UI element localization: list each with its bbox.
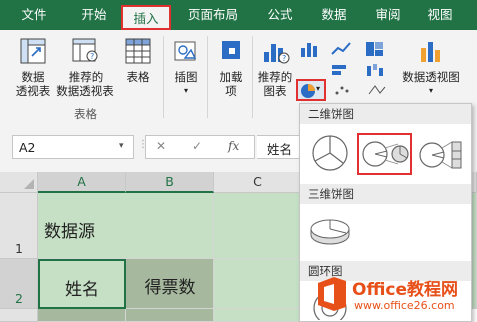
office-watermark: Office教程网 www.office26.com <box>314 273 474 319</box>
tab-review[interactable]: 审阅 <box>366 0 410 30</box>
shapes-icon <box>174 41 197 61</box>
cell-a2-text: 姓名 <box>65 280 99 300</box>
name-box-dropdown-icon[interactable]: ▾ <box>119 141 124 151</box>
pie-of-pie-option[interactable] <box>357 133 412 175</box>
cell-c1[interactable] <box>214 193 302 259</box>
bar-of-pie-option[interactable] <box>418 135 466 175</box>
addins-label-1: 加载 <box>219 70 243 84</box>
addins-button[interactable]: 加载 项 <box>213 36 249 98</box>
addins-label-2: 项 <box>225 84 237 98</box>
row-header-1[interactable]: 1 <box>0 193 38 259</box>
row-header-2-label: 2 <box>15 291 23 306</box>
name-box[interactable]: A2 ▾ <box>12 135 134 159</box>
cell-a1[interactable]: 数据源 <box>38 193 214 259</box>
waterfall-chart-icon[interactable] <box>364 62 386 80</box>
pivot-chart-button[interactable]: 数据透视图 ▾ <box>398 36 464 96</box>
3d-pie-icon <box>310 219 350 245</box>
cell-b3[interactable] <box>126 309 214 322</box>
section-3d-pie-header: 三维饼图 <box>300 184 471 204</box>
select-all-corner[interactable] <box>0 172 38 193</box>
select-all-icon <box>24 179 34 189</box>
line-chart-icon[interactable] <box>330 40 352 58</box>
recommended-charts-icon: ? <box>264 44 290 64</box>
section-2d-pie-header: 二维饼图 <box>300 104 471 124</box>
svg-text:?: ? <box>282 54 286 63</box>
cell-b2-text: 得票数 <box>144 278 196 298</box>
illustrations-button[interactable]: 插图 ▾ <box>168 36 204 96</box>
table-button[interactable]: 表格 <box>118 36 158 104</box>
tab-data[interactable]: 数据 <box>312 0 356 30</box>
pie-of-pie-icon <box>362 141 409 167</box>
cell-a3[interactable] <box>38 309 126 322</box>
hierarchy-chart-icon[interactable] <box>364 40 386 58</box>
tab-formulas[interactable]: 公式 <box>258 0 302 30</box>
svg-text:?: ? <box>90 52 94 61</box>
table-label: 表格 <box>126 70 150 84</box>
recommended-pivot-label-1: 推荐的 <box>68 70 104 84</box>
pie-chart-icon <box>301 84 315 98</box>
cell-c2[interactable] <box>214 259 302 309</box>
combo-chart-icon[interactable] <box>366 82 388 98</box>
cell-a1-text: 数据源 <box>44 222 95 242</box>
table-icon <box>125 38 151 64</box>
pie-chart-button[interactable]: ▾ <box>296 79 326 101</box>
row-header-2[interactable]: 2 <box>0 259 38 309</box>
formula-buttons: ✕ ✓ fx <box>145 135 255 159</box>
insert-function-icon[interactable]: fx <box>228 139 239 153</box>
tab-file[interactable]: 文件 <box>10 0 58 30</box>
3d-pie-option[interactable] <box>306 209 354 249</box>
recommended-charts-button[interactable]: ? 推荐的 图表 <box>255 36 295 104</box>
addins-icon <box>222 41 240 59</box>
ribbon-tab-bar: 文件 开始 插入 页面布局 公式 数据 审阅 视图 <box>0 0 477 30</box>
pie-option[interactable] <box>306 131 354 175</box>
watermark-url: www.office26.com <box>354 299 455 312</box>
column-header-a[interactable]: A <box>38 172 126 193</box>
pivot-chart-dropdown-icon: ▾ <box>428 86 433 95</box>
tab-insert[interactable]: 插入 <box>121 5 171 30</box>
recommended-pivot-icon: ? <box>72 38 98 62</box>
row-header-3[interactable] <box>0 309 38 322</box>
enter-icon[interactable]: ✓ <box>192 139 202 153</box>
pie-dropdown-icon: ▾ <box>316 84 321 93</box>
cancel-icon[interactable]: ✕ <box>156 139 166 153</box>
pivot-table-icon <box>20 38 46 64</box>
recommended-charts-label-2: 图表 <box>263 84 287 98</box>
watermark-brand: Office教程网 <box>352 280 459 300</box>
formula-content: 姓名 <box>267 142 293 157</box>
recommended-charts-label-1: 推荐的 <box>257 70 293 84</box>
ribbon-separator <box>207 36 208 118</box>
tab-home[interactable]: 开始 <box>70 0 118 30</box>
name-box-value: A2 <box>19 140 36 155</box>
office-logo-icon <box>318 277 346 311</box>
illustrations-label: 插图 <box>174 70 198 84</box>
illustrations-dropdown-icon: ▾ <box>183 86 188 95</box>
cell-c3[interactable] <box>214 309 302 322</box>
ribbon-separator <box>163 36 164 118</box>
formula-bar-grip: ⋮ <box>138 139 148 155</box>
column-header-c[interactable]: C <box>214 172 302 193</box>
tables-group-label: 表格 <box>74 107 97 121</box>
recommended-pivot-button[interactable]: ? 推荐的 数据透视表 <box>56 36 116 104</box>
bar-chart-icon[interactable] <box>330 62 352 80</box>
pie-icon <box>312 135 348 171</box>
pivot-table-label-1: 数据 <box>21 70 45 84</box>
column-header-b[interactable]: B <box>126 172 214 193</box>
cell-b2[interactable]: 得票数 <box>126 259 214 309</box>
column-chart-icon[interactable] <box>298 40 320 58</box>
scatter-chart-icon[interactable] <box>332 82 354 98</box>
recommended-pivot-label-2: 数据透视表 <box>56 84 114 98</box>
bar-of-pie-icon <box>419 141 462 169</box>
tab-page-layout[interactable]: 页面布局 <box>180 0 246 30</box>
row-header-1-label: 1 <box>15 241 23 256</box>
tab-view[interactable]: 视图 <box>418 0 462 30</box>
cell-a2[interactable]: 姓名 <box>38 259 126 309</box>
pivot-chart-icon <box>421 42 440 62</box>
pivot-chart-label: 数据透视图 <box>402 70 460 84</box>
